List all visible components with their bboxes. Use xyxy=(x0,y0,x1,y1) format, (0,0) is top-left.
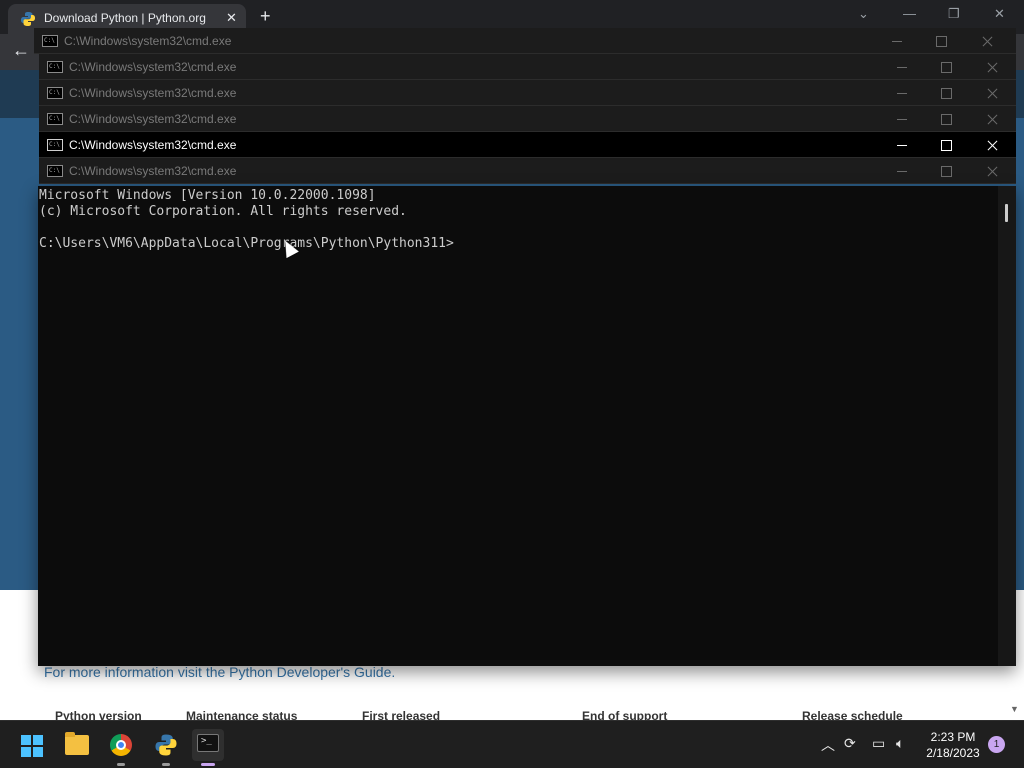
maximize-icon[interactable] xyxy=(937,84,955,102)
python-icon[interactable] xyxy=(154,733,178,757)
cmd-window-title: C:\Windows\system32\cmd.exe xyxy=(69,86,237,100)
scrollbar-thumb[interactable] xyxy=(1005,204,1008,222)
notification-badge[interactable]: 1 xyxy=(988,736,1005,753)
chevron-up-icon[interactable]: ︿ xyxy=(821,735,835,755)
minimize-icon[interactable] xyxy=(893,84,911,102)
cmd-console[interactable]: Microsoft Windows [Version 10.0.22000.10… xyxy=(38,186,1016,666)
cmd-icon xyxy=(47,165,63,177)
cmd-window-titlebar[interactable]: C:\Windows\system32\cmd.exe xyxy=(39,158,1016,184)
clock-time: 2:23 PM xyxy=(930,730,976,744)
maximize-icon[interactable] xyxy=(932,32,950,50)
minimize-icon[interactable] xyxy=(893,58,911,76)
cmd-window-title: C:\Windows\system32\cmd.exe xyxy=(64,34,232,48)
cmd-icon xyxy=(47,87,63,99)
cmd-icon xyxy=(47,113,63,125)
console-line: (c) Microsoft Corporation. All rights re… xyxy=(39,204,407,219)
minimize-icon[interactable] xyxy=(893,136,911,154)
minimize-icon[interactable] xyxy=(888,32,906,50)
cmd-window-titlebar[interactable]: C:\Windows\system32\cmd.exe xyxy=(39,80,1016,106)
taskbar: ︿ ⟳ ▭ 🔈︎ 2:23 PM 2/18/2023 1 xyxy=(0,720,1024,768)
close-icon[interactable] xyxy=(983,84,1001,102)
clock[interactable]: 2:23 PM 2/18/2023 xyxy=(922,729,984,761)
minimize-icon[interactable] xyxy=(893,110,911,128)
console-output[interactable]: Microsoft Windows [Version 10.0.22000.10… xyxy=(39,188,454,252)
cmd-window-title: C:\Windows\system32\cmd.exe xyxy=(69,112,237,126)
browser-close-icon[interactable]: ✕ xyxy=(994,6,1005,22)
browser-minimize-icon[interactable]: — xyxy=(903,6,916,21)
new-tab-button[interactable]: + xyxy=(260,6,271,27)
tab-search-icon[interactable]: ⌄ xyxy=(858,6,869,22)
sync-icon[interactable]: ⟳ xyxy=(844,735,856,752)
page-info-text: For more information visit the Python De… xyxy=(44,664,396,680)
scroll-down-icon[interactable]: ▼ xyxy=(1010,704,1019,714)
console-prompt[interactable]: C:\Users\VM6\AppData\Local\Programs\Pyth… xyxy=(39,236,454,252)
browser-restore-icon[interactable]: ❐ xyxy=(948,6,960,22)
chrome-icon[interactable] xyxy=(110,734,132,756)
close-icon[interactable] xyxy=(983,58,1001,76)
close-icon[interactable] xyxy=(983,162,1001,180)
python-running-indicator xyxy=(162,763,170,766)
cmd-window-titlebar[interactable]: C:\Windows\system32\cmd.exe xyxy=(39,106,1016,132)
close-icon[interactable] xyxy=(983,136,1001,154)
python-favicon-icon xyxy=(21,12,35,26)
minimize-icon[interactable] xyxy=(893,162,911,180)
cmd-window-titlebar[interactable]: C:\Windows\system32\cmd.exe xyxy=(34,28,1016,54)
command-prompt-active-indicator xyxy=(201,763,215,766)
command-prompt-icon[interactable] xyxy=(197,734,219,752)
file-explorer-icon[interactable] xyxy=(65,732,89,755)
console-line: Microsoft Windows [Version 10.0.22000.10… xyxy=(39,188,376,203)
cmd-icon xyxy=(47,139,63,151)
browser-tab-title: Download Python | Python.org xyxy=(44,11,206,25)
cmd-window-titlebar[interactable]: C:\Windows\system32\cmd.exe xyxy=(39,54,1016,80)
clock-date: 2/18/2023 xyxy=(926,746,980,760)
cmd-window-titlebar-active[interactable]: C:\Windows\system32\cmd.exe xyxy=(39,132,1016,158)
network-icon[interactable]: ▭ xyxy=(872,735,885,752)
maximize-icon[interactable] xyxy=(937,136,955,154)
console-scrollbar[interactable] xyxy=(998,186,1016,666)
maximize-icon[interactable] xyxy=(937,162,955,180)
windows-start-icon[interactable] xyxy=(21,735,43,757)
cmd-icon xyxy=(42,35,58,47)
maximize-icon[interactable] xyxy=(937,58,955,76)
cmd-icon xyxy=(47,61,63,73)
chrome-running-indicator xyxy=(117,763,125,766)
cmd-window-title: C:\Windows\system32\cmd.exe xyxy=(69,164,237,178)
close-icon[interactable] xyxy=(978,32,996,50)
back-arrow-icon[interactable]: ← xyxy=(12,40,30,61)
maximize-icon[interactable] xyxy=(937,110,955,128)
speaker-icon[interactable]: 🔈︎ xyxy=(896,735,904,752)
cmd-window-title: C:\Windows\system32\cmd.exe xyxy=(69,60,237,74)
close-icon[interactable] xyxy=(983,110,1001,128)
tab-close-icon[interactable]: ✕ xyxy=(226,10,237,26)
cmd-window-title: C:\Windows\system32\cmd.exe xyxy=(69,138,237,152)
